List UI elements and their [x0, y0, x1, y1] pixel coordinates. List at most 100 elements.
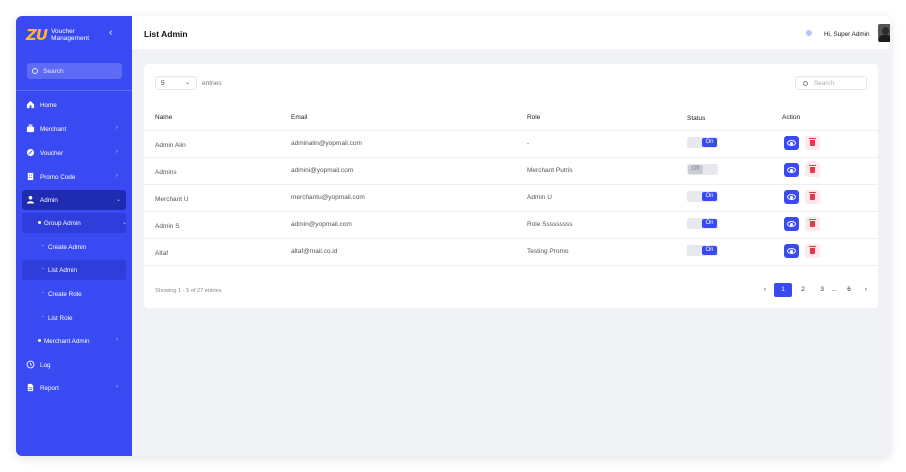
sidebar-item-log[interactable]: Log [16, 355, 132, 375]
theme-toggle-icon[interactable] [806, 30, 812, 36]
cell-role: Testing Promo [527, 248, 569, 255]
page-length-select[interactable]: 5 ⌄ [155, 76, 197, 90]
sidebar-search-input[interactable]: Search [27, 63, 122, 79]
column-header-role[interactable]: Role [527, 114, 540, 121]
pagination-next-button[interactable]: › [861, 283, 871, 297]
status-toggle-label: On [702, 219, 717, 228]
sidebar-item-list-role[interactable]: - List Role [16, 308, 132, 328]
view-button[interactable] [784, 136, 799, 150]
avatar-head [882, 27, 889, 35]
sidebar-item-voucher[interactable]: Voucher › [16, 143, 132, 163]
sidebar: ZU Voucher Management ‹ Search Home Merc… [16, 16, 132, 456]
eye-icon [787, 221, 796, 227]
status-toggle-label: Off [688, 165, 703, 174]
status-toggle-label: On [702, 138, 717, 147]
showing-entries-text: Showing 1 - 5 of 27 entries [155, 288, 222, 294]
pagination-prev-button[interactable]: ‹ [760, 283, 770, 297]
avatar[interactable] [878, 24, 890, 42]
column-header-email[interactable]: Email [291, 114, 307, 121]
chevron-right-icon: › [116, 149, 118, 155]
cell-email: merchantu@yopmail.com [291, 194, 365, 201]
view-button[interactable] [784, 217, 799, 231]
cell-name: Admin S [155, 223, 180, 230]
chevron-right-icon: › [116, 337, 118, 343]
cell-email: adminalin@yopmail.com [291, 140, 362, 147]
status-toggle-label: On [702, 246, 717, 255]
view-button[interactable] [784, 163, 799, 177]
history-icon [26, 360, 35, 369]
sidebar-item-admin[interactable]: Admin ⌄ [22, 190, 126, 210]
sidebar-item-report[interactable]: Report › [16, 378, 132, 398]
chevron-down-icon: ⌄ [116, 197, 122, 203]
pagination-page-2[interactable]: 2 [796, 283, 810, 297]
eye-icon [787, 140, 796, 146]
sidebar-item-merchant[interactable]: Merchant › [16, 119, 132, 139]
document-icon [27, 383, 34, 392]
view-button[interactable] [784, 190, 799, 204]
sidebar-item-label: Create Role [48, 291, 82, 298]
sidebar-item-merchant-admin[interactable]: Merchant Admin › [16, 331, 132, 351]
cell-name: Altaf [155, 250, 169, 257]
cell-role: Merchant Putris [527, 167, 573, 174]
status-toggle[interactable]: On [687, 191, 718, 202]
delete-button[interactable] [805, 136, 820, 150]
dash-icon: - [42, 314, 44, 320]
view-button[interactable] [784, 244, 799, 258]
delete-button[interactable] [805, 163, 820, 177]
sidebar-item-group-admin[interactable]: Group Admin ⌄ [22, 213, 128, 233]
status-toggle[interactable]: Off [687, 164, 718, 175]
search-icon [32, 68, 38, 74]
page-title: List Admin [144, 29, 188, 39]
status-toggle[interactable]: On [687, 218, 718, 229]
collapse-sidebar-icon[interactable]: ‹ [109, 28, 112, 38]
sidebar-item-create-role[interactable]: - Create Role [16, 284, 132, 304]
chevron-right-icon: › [116, 125, 118, 131]
trash-icon [809, 138, 816, 146]
sidebar-item-list-admin[interactable]: - List Admin [22, 260, 126, 280]
voucher-icon [26, 148, 35, 157]
sidebar-item-home[interactable]: Home [16, 95, 132, 115]
building-icon [27, 172, 34, 181]
sidebar-item-label: Report [40, 385, 59, 392]
sidebar-item-label: Voucher [40, 150, 64, 157]
bullet-icon [38, 339, 41, 342]
column-header-status[interactable]: Status [687, 115, 705, 122]
delete-button[interactable] [805, 217, 820, 231]
top-header: List Admin Hi, Super Admin [132, 16, 890, 49]
sidebar-item-label: Promo Code [40, 174, 76, 181]
user-greeting[interactable]: Hi, Super Admin [824, 31, 870, 38]
sidebar-item-label: List Admin [48, 267, 78, 274]
brand[interactable]: ZU Voucher Management [26, 24, 101, 46]
sidebar-item-label: Log [40, 362, 51, 369]
eye-icon [787, 194, 796, 200]
trash-icon [809, 246, 816, 254]
delete-button[interactable] [805, 190, 820, 204]
dash-icon: - [42, 266, 44, 272]
sidebar-item-promo-code[interactable]: Promo Code › [16, 167, 132, 187]
status-toggle[interactable]: On [687, 137, 718, 148]
cell-role: - [527, 140, 530, 147]
briefcase-icon [26, 124, 35, 133]
page-length-value: 5 [161, 80, 165, 87]
pagination-page-3[interactable]: 3 [815, 283, 829, 297]
sidebar-item-label: List Role [48, 315, 73, 322]
pagination-page-6[interactable]: 6 [842, 283, 856, 297]
cell-email: altaf@mail.co.id [291, 248, 338, 255]
delete-button[interactable] [805, 244, 820, 258]
sidebar-item-label: Create Admin [48, 244, 87, 251]
cell-role: Role Sssssssss [527, 221, 573, 228]
status-toggle-label: On [702, 192, 717, 201]
column-header-action: Action [782, 114, 801, 121]
sidebar-item-create-admin[interactable]: - Create Admin [16, 237, 132, 257]
pagination-ellipsis: ... [831, 286, 837, 293]
table-row: Merchant U merchantu@yopmail.com Admin U… [144, 185, 878, 212]
user-icon [26, 195, 35, 204]
status-toggle[interactable]: On [687, 245, 718, 256]
admin-table-card: 5 ⌄ entries Search Name Email Role Statu… [144, 64, 878, 308]
pagination-page-1[interactable]: 1 [774, 283, 792, 297]
sidebar-search-placeholder: Search [43, 67, 64, 75]
column-header-name[interactable]: Name [155, 114, 172, 121]
table-search-input[interactable]: Search [795, 76, 867, 90]
chevron-down-icon: ⌄ [122, 220, 128, 226]
sidebar-item-label: Group Admin [44, 220, 81, 227]
